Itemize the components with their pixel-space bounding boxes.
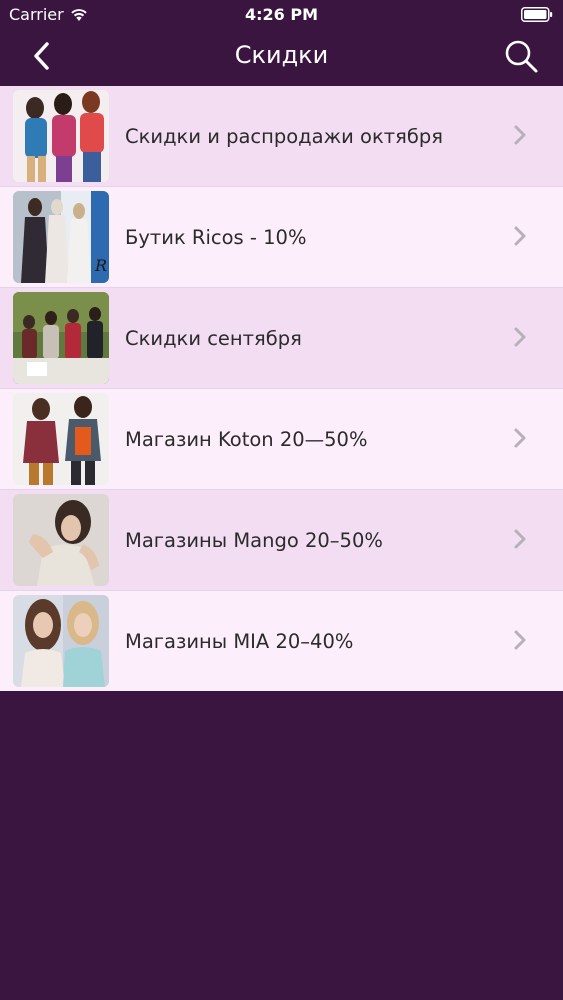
thumbnail-image <box>13 90 109 182</box>
chevron-right-icon <box>514 125 526 145</box>
chevron-right-icon <box>514 630 526 650</box>
list-item-label: Магазины MIA 20–40% <box>125 630 354 653</box>
search-button[interactable] <box>503 38 539 74</box>
thumbnail-image <box>13 595 109 687</box>
list-item[interactable]: Магазины MIA 20–40% <box>0 590 563 691</box>
list-item[interactable]: Магазины Mango 20–50% <box>0 489 563 590</box>
list-item-label: Скидки и распродажи октября <box>125 125 443 148</box>
svg-text:R: R <box>94 256 107 275</box>
search-icon <box>505 40 538 73</box>
list-item-label: Скидки сентября <box>125 327 302 350</box>
list-item-label: Бутик Ricos - 10% <box>125 226 307 249</box>
chevron-right-icon <box>514 327 526 347</box>
chevron-right-icon <box>514 529 526 549</box>
list-item[interactable]: Скидки и распродажи октября <box>0 86 563 186</box>
list-item-label: Магазины Mango 20–50% <box>125 529 383 552</box>
thumbnail-image <box>13 494 109 586</box>
list-item[interactable]: Магазин Koton 20—50% <box>0 388 563 489</box>
status-time: 4:26 PM <box>244 5 318 24</box>
discounts-list: Скидки и распродажи октября R Бутик Rico… <box>0 86 563 691</box>
status-bar: Carrier 4:26 PM <box>0 0 563 30</box>
battery-icon <box>521 7 553 22</box>
list-item[interactable]: Скидки сентября <box>0 287 563 388</box>
page-title: Скидки <box>234 41 329 69</box>
navigation-bar: Скидки <box>0 30 563 86</box>
chevron-right-icon <box>514 226 526 246</box>
thumbnail-image <box>13 393 109 485</box>
list-item[interactable]: R Бутик Ricos - 10% <box>0 186 563 287</box>
thumbnail-image <box>13 292 109 384</box>
chevron-right-icon <box>514 428 526 448</box>
list-item-label: Магазин Koton 20—50% <box>125 428 368 451</box>
thumbnail-image: R <box>13 191 109 283</box>
